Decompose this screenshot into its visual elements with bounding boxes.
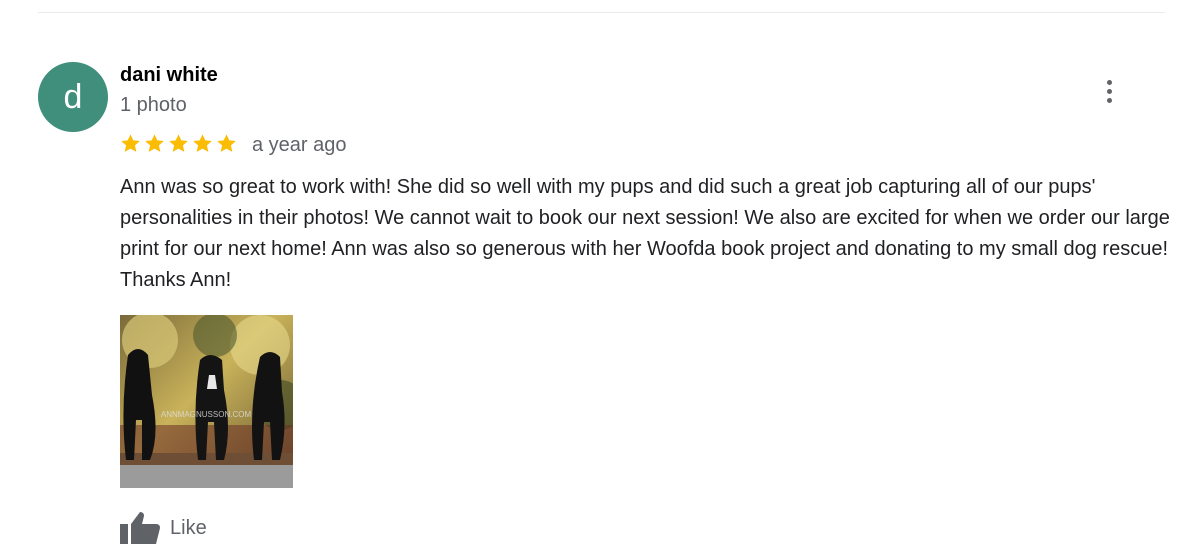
avatar-initial: d <box>63 78 83 116</box>
reviewer-name[interactable]: dani white <box>120 64 218 87</box>
star-icon <box>169 134 188 152</box>
review-photo[interactable]: ANNMAGNUSSON.COM <box>120 315 293 488</box>
star-rating <box>119 132 238 155</box>
star-icon <box>145 134 164 152</box>
more-vert-icon-dot <box>1106 97 1112 103</box>
more-vert-icon-dot <box>1106 88 1112 94</box>
thumbs-up-icon <box>120 512 160 544</box>
more-vert-icon <box>1106 79 1112 85</box>
review-photo-image: ANNMAGNUSSON.COM <box>120 315 293 488</box>
like-button[interactable]: Like <box>120 512 207 544</box>
star-icon <box>121 134 140 152</box>
more-options-button[interactable] <box>1096 76 1122 106</box>
review-text: Ann was so great to work with! She did s… <box>120 176 1170 291</box>
like-label: Like <box>170 516 207 539</box>
star-icon <box>217 134 236 152</box>
review-time: a year ago <box>252 134 347 156</box>
star-icon <box>193 134 212 152</box>
photo-watermark: ANNMAGNUSSON.COM <box>161 410 252 419</box>
top-divider <box>38 12 1165 13</box>
reviewer-photo-count: 1 photo <box>120 94 187 116</box>
avatar[interactable]: d <box>38 62 108 132</box>
